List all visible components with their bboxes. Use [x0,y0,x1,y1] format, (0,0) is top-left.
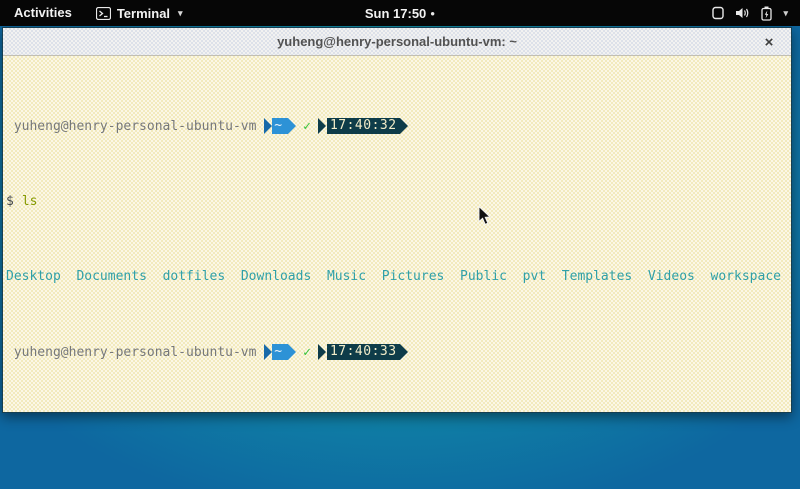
directory-name: Downloads [241,269,311,284]
directory-name: Music [327,269,366,284]
prompt-cwd: ~ [272,118,288,134]
prompt-path-segment: ~ [264,118,296,134]
powerline-arrow-icon [288,344,296,360]
directory-name: workspace [711,269,781,284]
window-title: yuheng@henry-personal-ubuntu-vm: ~ [277,34,517,49]
prompt-time-segment: 17:40:32 [318,118,408,134]
app-menu-terminal[interactable]: Terminal ▾ [86,0,193,26]
terminal-icon [96,7,111,20]
clock-label: Sun 17:50 [365,6,426,21]
prompt-cwd: ~ [272,344,288,360]
directory-name: Documents [76,269,146,284]
powerline-arrow-icon [400,344,408,360]
directory-name: Desktop [6,269,61,284]
mouse-cursor-icon [478,206,492,231]
prompt-timestamp: 17:40:32 [327,118,400,134]
prompt-char: $ [6,194,14,209]
prompt-user-host: yuheng@henry-personal-ubuntu-vm [6,119,264,134]
prompt-line: yuheng@henry-personal-ubuntu-vm ~ ✓ 17:4… [6,118,788,134]
chevron-down-icon: ▾ [178,8,183,19]
typed-command: ls [22,194,38,209]
system-menu[interactable]: ▾ [706,0,794,26]
prompt-line: yuheng@henry-personal-ubuntu-vm ~ ✓ 17:4… [6,344,788,360]
caret-down-icon: ▾ [783,8,788,19]
prompt-user-host: yuheng@henry-personal-ubuntu-vm [6,345,264,360]
powerline-separator-icon [264,344,272,360]
powerline-separator-icon [318,118,326,134]
close-icon[interactable]: × [757,28,781,56]
directory-name: Public [460,269,507,284]
terminal-window: yuheng@henry-personal-ubuntu-vm: ~ × yuh… [2,27,792,413]
exit-status-check-icon: ✓ [303,119,311,134]
powerline-separator-icon [318,344,326,360]
directory-name: Videos [648,269,695,284]
ls-output: Desktop Documents dotfiles Downloads Mus… [6,269,788,284]
prompt-timestamp: 17:40:33 [327,344,400,360]
powerline-separator-icon [264,118,272,134]
directory-name: dotfiles [163,269,226,284]
directory-name: Templates [562,269,632,284]
exit-status-check-icon: ✓ [303,345,311,360]
activities-button[interactable]: Activities [0,0,86,26]
volume-icon [735,6,750,20]
command-line: $ ls [6,194,788,209]
prompt-path-segment: ~ [264,344,296,360]
app-menu-label: Terminal [117,6,170,21]
prompt-time-segment: 17:40:33 [318,344,408,360]
battery-charging-icon [761,6,772,21]
display-icon [712,6,724,20]
directory-name: Pictures [382,269,445,284]
top-bar: Activities Terminal ▾ Sun 17:50 ● [0,0,800,26]
directory-name: pvt [523,269,546,284]
terminal-screen[interactable]: yuheng@henry-personal-ubuntu-vm ~ ✓ 17:4… [3,56,791,412]
window-titlebar[interactable]: yuheng@henry-personal-ubuntu-vm: ~ × [3,28,791,56]
powerline-arrow-icon [288,118,296,134]
notification-dot: ● [430,9,435,18]
powerline-arrow-icon [400,118,408,134]
